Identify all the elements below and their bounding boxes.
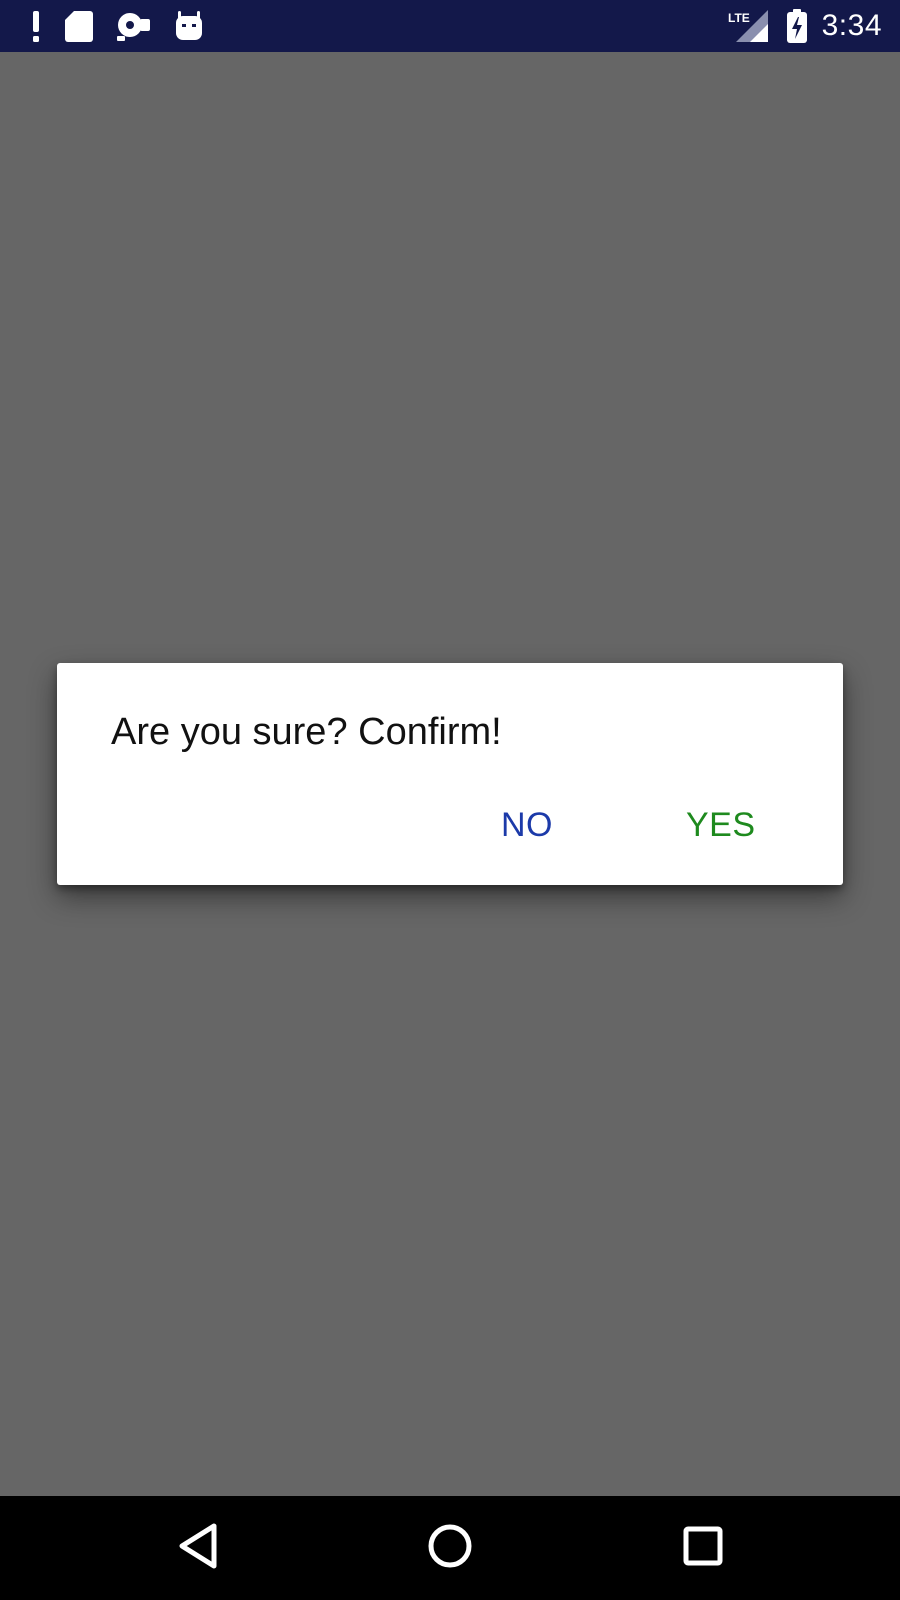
yes-button[interactable]: YES bbox=[670, 795, 772, 855]
android-icon bbox=[174, 9, 204, 43]
home-button[interactable] bbox=[420, 1518, 480, 1578]
navigation-bar bbox=[0, 1496, 900, 1600]
home-icon bbox=[426, 1522, 474, 1575]
media-icon bbox=[116, 9, 152, 43]
back-button[interactable] bbox=[168, 1518, 228, 1578]
no-button[interactable]: NO bbox=[485, 795, 569, 855]
confirm-dialog: Are you sure? Confirm! NO YES bbox=[57, 663, 843, 885]
network-type-label: LTE bbox=[728, 11, 750, 25]
status-bar: LTE 3:34 bbox=[0, 0, 900, 52]
system-status-icons: LTE 3:34 bbox=[728, 0, 882, 52]
alert-icon bbox=[30, 9, 42, 43]
recents-button[interactable] bbox=[673, 1518, 733, 1578]
sd-card-icon bbox=[64, 9, 94, 43]
signal-icon: LTE bbox=[728, 8, 772, 44]
notification-icons bbox=[30, 0, 204, 52]
battery-charging-icon bbox=[786, 8, 808, 44]
back-icon bbox=[176, 1522, 220, 1575]
recents-icon bbox=[681, 1524, 725, 1573]
status-clock: 3:34 bbox=[821, 9, 882, 42]
dialog-message: Are you sure? Confirm! bbox=[111, 711, 502, 753]
